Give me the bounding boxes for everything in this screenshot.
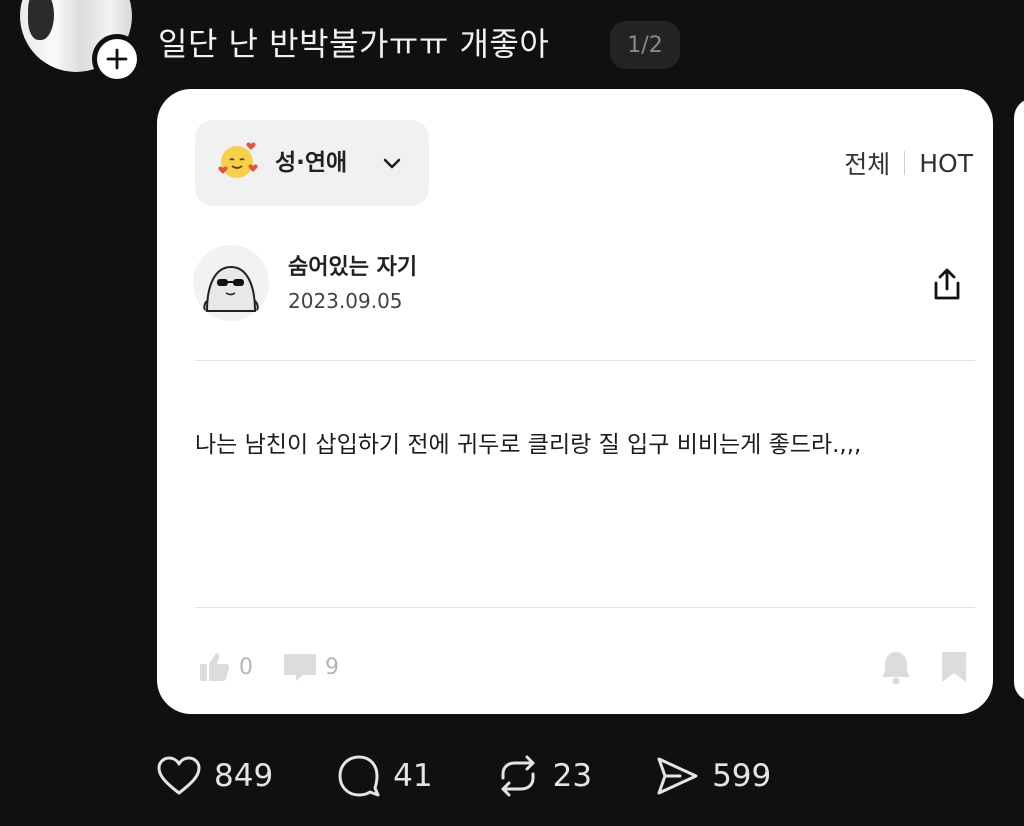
- heart-icon: [157, 756, 201, 795]
- plus-icon: [106, 48, 128, 70]
- divider: [195, 607, 975, 608]
- comment-icon: [284, 654, 316, 681]
- filter-divider: [904, 151, 906, 175]
- card-footer: 0 9: [197, 649, 367, 685]
- like-count[interactable]: 0: [197, 649, 253, 685]
- thumbs-up-icon: [200, 653, 229, 681]
- chevron-down-icon: [383, 158, 401, 169]
- author-name: 숨어있는 자기: [288, 255, 418, 280]
- share-count-value: 599: [712, 758, 772, 794]
- bell-icon[interactable]: [879, 649, 913, 685]
- divider: [195, 360, 975, 361]
- share-button[interactable]: 599: [654, 754, 771, 798]
- embedded-post-card[interactable]: 성·연애 전체 HOT 숨어있는 자기 2023.09.05 나는 남친이 삽입…: [157, 89, 993, 714]
- category-selector[interactable]: 성·연애: [195, 120, 429, 206]
- repost-button[interactable]: 23: [495, 754, 592, 798]
- post-screen: 일단 난 반박불가ㅠㅠ 개좋아 1/2 성·연애 전체 HOT 숨어있는 자기 …: [0, 0, 1024, 826]
- like-button[interactable]: 849: [156, 755, 273, 797]
- reply-button[interactable]: 41: [335, 754, 433, 798]
- comment-count-value: 9: [325, 654, 339, 680]
- post-body: 나는 남친이 삽입하기 전에 귀두로 클리랑 질 입구 비비는게 좋드라.,,,: [195, 432, 862, 458]
- repost-count-value: 23: [552, 758, 593, 794]
- action-bar: 849 41 23 599: [156, 754, 833, 798]
- send-icon: [657, 757, 698, 795]
- bookmark-icon[interactable]: [939, 649, 969, 685]
- category-label: 성·연애: [275, 150, 348, 176]
- post-date: 2023.09.05: [288, 289, 403, 313]
- filter-tabs: 전체 HOT: [844, 145, 973, 181]
- post-caption: 일단 난 반박불가ㅠㅠ 개좋아: [158, 25, 550, 63]
- page-indicator: 1/2: [610, 21, 680, 69]
- tab-all[interactable]: 전체: [844, 145, 890, 181]
- ghost-with-sunglasses-icon: [203, 265, 259, 312]
- comment-bubble-icon: [338, 755, 380, 797]
- smiling-face-with-hearts-icon: [218, 142, 258, 178]
- like-count-value: 0: [239, 654, 253, 680]
- comment-count[interactable]: 9: [281, 649, 339, 685]
- follow-button[interactable]: [92, 34, 142, 84]
- share-icon[interactable]: [929, 267, 965, 303]
- reply-count-value: 41: [393, 758, 433, 794]
- profile-avatar[interactable]: [20, 0, 142, 84]
- like-count-value: 849: [214, 758, 274, 794]
- tab-hot[interactable]: HOT: [919, 149, 973, 178]
- repost-icon: [501, 755, 535, 797]
- next-card-peek[interactable]: [1014, 98, 1024, 702]
- card-footer-actions: [853, 649, 969, 685]
- author-avatar[interactable]: [193, 245, 269, 321]
